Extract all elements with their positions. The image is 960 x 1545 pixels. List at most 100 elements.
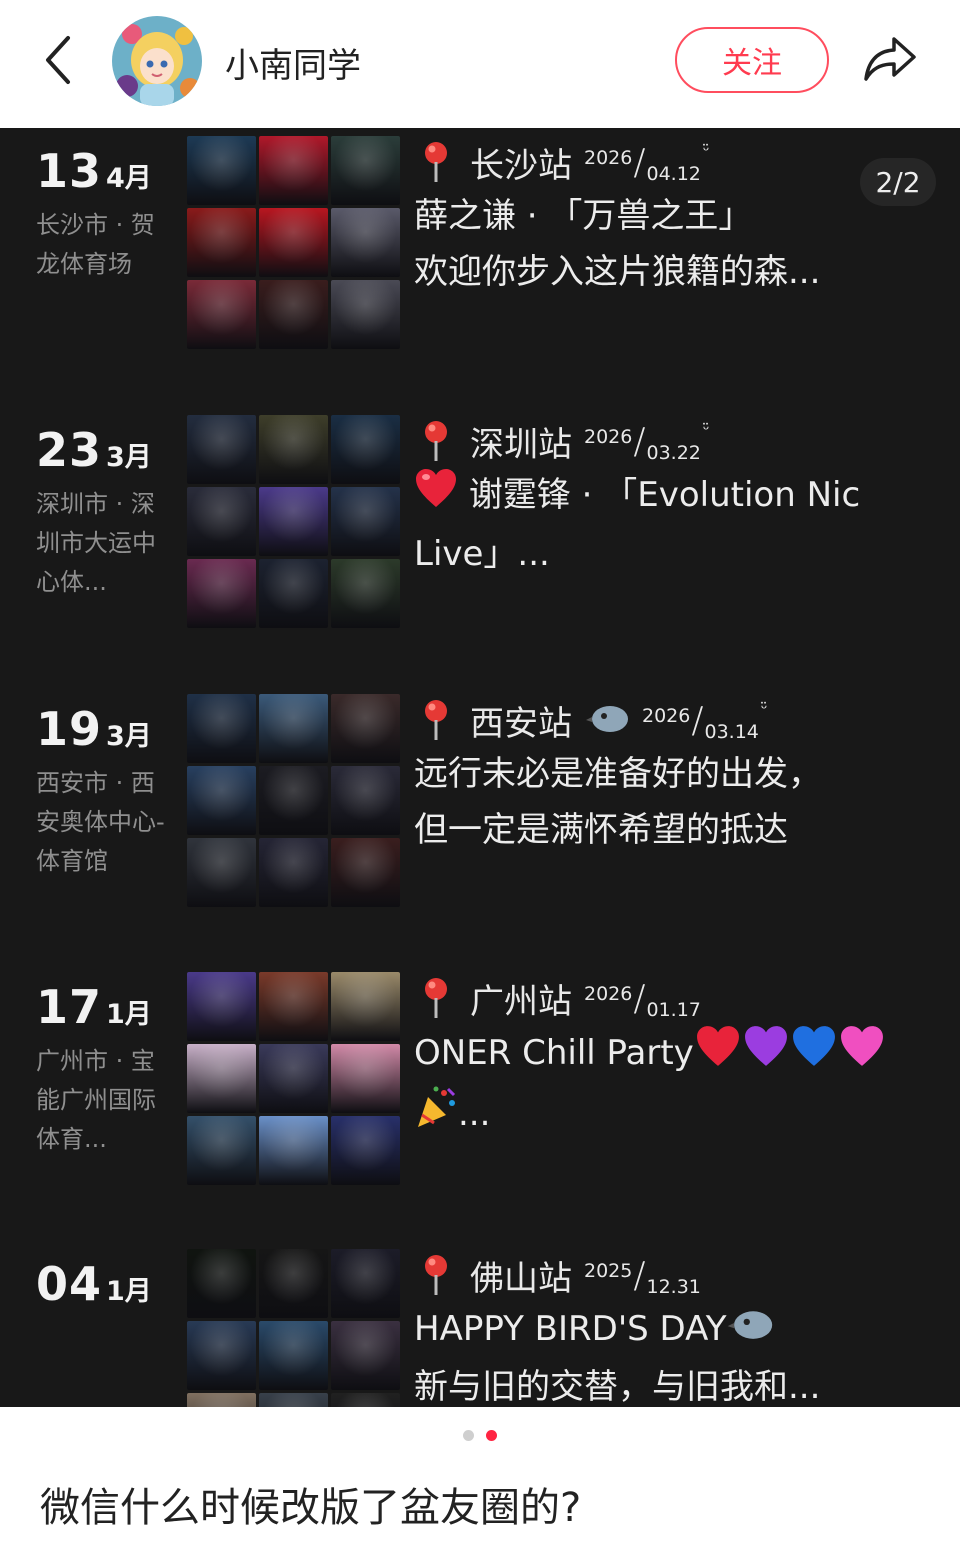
photo-thumb[interactable]	[331, 1393, 400, 1407]
photo-thumb[interactable]	[331, 280, 400, 349]
photo-thumb[interactable]	[331, 136, 400, 205]
top-bar: 小南同学 关注	[0, 0, 960, 128]
photo-thumb[interactable]	[331, 1249, 400, 1318]
photo-thumb[interactable]	[187, 136, 256, 205]
photo-thumb[interactable]	[187, 208, 256, 277]
photo-thumb[interactable]	[331, 415, 400, 484]
photo-thumb[interactable]	[187, 1321, 256, 1390]
red-heart-icon	[694, 1024, 742, 1085]
post-text-line: 但一定是满怀希望的抵达	[414, 810, 788, 850]
entry-content: 西安站 2026/03.14ᵕ̈ 远行未必是准备好的出发， 但一定是满怀希望的抵…	[414, 694, 944, 858]
share-icon[interactable]	[860, 33, 920, 85]
photo-thumb[interactable]	[331, 1321, 400, 1390]
photo-thumb[interactable]	[259, 838, 328, 907]
pink-heart-icon	[838, 1024, 886, 1085]
timeline-entry[interactable]: 04 1月 佛山站 2025/12.31 HAPPY BIRD'S DAY 新与旧…	[0, 1249, 960, 1407]
avatar[interactable]	[112, 16, 202, 106]
timeline-entry[interactable]: 23 3月 深圳市 · 深圳市大运中心体... 深圳站 2026/03.22ᵕ̈ …	[0, 415, 960, 645]
photo-thumb[interactable]	[331, 766, 400, 835]
back-icon[interactable]	[40, 34, 80, 86]
bird-icon	[586, 701, 630, 739]
post-caption: 微信什么时候改版了盆友圈的?	[40, 1485, 582, 1531]
date-stamp: 2026/01.17	[584, 977, 701, 1021]
photo-grid[interactable]	[187, 694, 400, 907]
photo-thumb[interactable]	[259, 136, 328, 205]
timeline-entry[interactable]: 13 4月 长沙市 · 贺龙体育场 长沙站 2026/04.12ᵕ̈ 薛之谦 · …	[0, 136, 960, 366]
photo-thumb[interactable]	[331, 972, 400, 1041]
carousel-dots	[0, 1430, 960, 1446]
location-pin-icon	[422, 976, 450, 1020]
photo-thumb[interactable]	[331, 1116, 400, 1185]
entry-content: 广州站 2026/01.17 ONER Chill Party ...	[414, 972, 944, 1146]
timeline-entry[interactable]: 19 3月 西安市 · 西安奥体中心-体育馆 西安站 2026/03.14ᵕ̈ 远…	[0, 694, 960, 924]
photo-thumb[interactable]	[259, 1044, 328, 1113]
photo-grid[interactable]	[187, 972, 400, 1185]
follow-button[interactable]: 关注	[675, 27, 829, 93]
post-text-line: HAPPY BIRD'S DAY	[414, 1301, 944, 1359]
city-label: 西安站	[470, 703, 572, 744]
photo-thumb[interactable]	[259, 487, 328, 556]
photo-thumb[interactable]	[331, 1044, 400, 1113]
purple-heart-icon	[742, 1024, 790, 1085]
entry-date: 19 3月	[36, 702, 152, 756]
entry-content: 深圳站 2026/03.22ᵕ̈ 谢霆锋 · 「Evolution Nic Li…	[414, 415, 944, 582]
photo-thumb[interactable]	[187, 766, 256, 835]
post-text-line: Live」...	[414, 534, 550, 574]
post-text-line: ONER Chill Party	[414, 1024, 944, 1085]
photo-thumb[interactable]	[259, 694, 328, 763]
photo-thumb[interactable]	[187, 1116, 256, 1185]
photo-thumb[interactable]	[259, 1116, 328, 1185]
photo-grid[interactable]	[187, 136, 400, 349]
username[interactable]: 小南同学	[225, 38, 361, 87]
photo-grid[interactable]	[187, 415, 400, 628]
photo-thumb[interactable]	[259, 1249, 328, 1318]
city-label: 佛山站	[470, 1258, 572, 1299]
post-text-line: 欢迎你步入这片狼籍的森...	[414, 252, 821, 292]
photo-thumb[interactable]	[259, 415, 328, 484]
photo-thumb[interactable]	[259, 559, 328, 628]
photo-thumb[interactable]	[331, 559, 400, 628]
photo-thumb[interactable]	[187, 487, 256, 556]
photo-thumb[interactable]	[187, 1249, 256, 1318]
post-text-line: 薛之谦 · 「万兽之王」	[414, 196, 753, 236]
entry-date: 13 4月	[36, 144, 152, 198]
photo-thumb[interactable]	[259, 280, 328, 349]
bird-icon	[727, 1303, 775, 1359]
entry-date: 04 1月	[36, 1257, 152, 1311]
entry-date: 17 1月	[36, 980, 152, 1034]
photo-thumb[interactable]	[259, 1393, 328, 1407]
photo-thumb[interactable]	[259, 972, 328, 1041]
date-stamp: 2026/03.14ᵕ̈	[642, 698, 768, 743]
carousel-dot[interactable]	[463, 1430, 474, 1441]
photo-thumb[interactable]	[187, 415, 256, 484]
photo-thumb[interactable]	[187, 694, 256, 763]
photo-thumb[interactable]	[187, 280, 256, 349]
post-text-line: 新与旧的交替，与旧我和...	[414, 1366, 821, 1407]
photo-thumb[interactable]	[331, 694, 400, 763]
carousel-dot-active[interactable]	[486, 1430, 497, 1441]
entry-place: 长沙市 · 贺龙体育场	[36, 211, 155, 278]
city-label: 深圳站	[470, 424, 572, 465]
city-label: 广州站	[470, 981, 572, 1022]
photo-grid[interactable]	[187, 1249, 400, 1407]
timeline-entry[interactable]: 17 1月 广州市 · 宝能广州国际体育... 广州站 2026/01.17 ON…	[0, 972, 960, 1202]
photo-thumb[interactable]	[187, 559, 256, 628]
photo-thumb[interactable]	[187, 1393, 256, 1407]
photo-thumb[interactable]	[259, 766, 328, 835]
date-stamp: 2025/12.31	[584, 1254, 701, 1298]
photo-thumb[interactable]	[187, 972, 256, 1041]
photo-thumb[interactable]	[259, 208, 328, 277]
photo-thumb[interactable]	[331, 487, 400, 556]
photo-thumb[interactable]	[331, 838, 400, 907]
photo-thumb[interactable]	[187, 838, 256, 907]
photo-thumb[interactable]	[331, 208, 400, 277]
location-pin-icon	[422, 140, 450, 184]
entry-place: 广州市 · 宝能广州国际体育...	[36, 1047, 156, 1153]
entry-content: 佛山站 2025/12.31 HAPPY BIRD'S DAY 新与旧的交替，与…	[414, 1249, 944, 1407]
photo-thumb[interactable]	[187, 1044, 256, 1113]
post-text-line: ...	[414, 1085, 944, 1146]
location-pin-icon	[422, 1253, 450, 1297]
photo-thumb[interactable]	[259, 1321, 328, 1390]
post-text-line: 谢霆锋 · 「Evolution Nic	[414, 467, 944, 526]
blue-heart-icon	[790, 1024, 838, 1085]
